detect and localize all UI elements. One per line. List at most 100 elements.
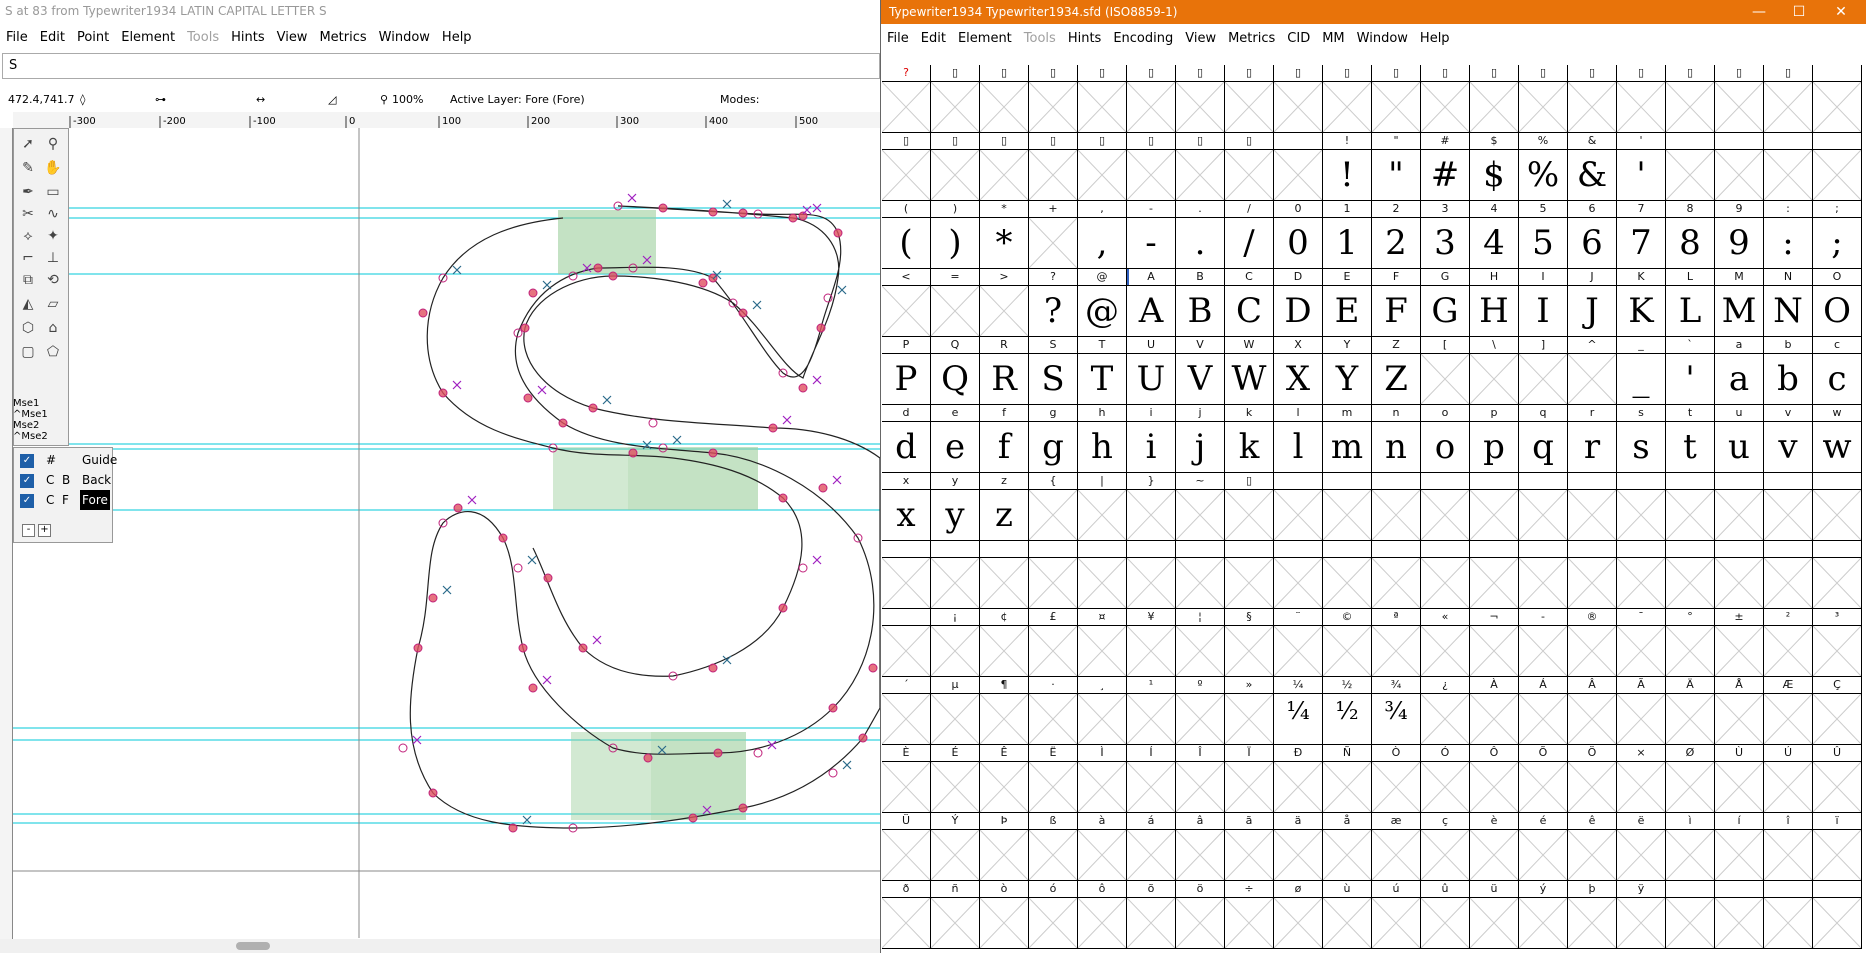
glyph-cell[interactable]: ý <box>1519 881 1568 949</box>
glyph-cell[interactable]: ▯ <box>882 133 931 201</box>
glyph-cell[interactable]: qq <box>1519 405 1568 473</box>
glyph-cell[interactable]: ù <box>1323 881 1372 949</box>
menu-point[interactable]: Point <box>71 27 115 49</box>
glyph-cell[interactable]: Ä <box>1666 677 1715 745</box>
glyph-cell[interactable]: Ý <box>931 813 980 881</box>
glyph-cell[interactable]: ff <box>980 405 1029 473</box>
glyph-cell[interactable]: É <box>931 745 980 813</box>
glyph-cell[interactable]: 00 <box>1274 201 1323 269</box>
menu-view[interactable]: View <box>271 27 314 49</box>
glyph-cell[interactable]: ö <box>1176 881 1225 949</box>
glyph-cell[interactable]: JJ <box>1568 269 1617 337</box>
menu-file[interactable]: File <box>881 28 915 50</box>
glyph-cell[interactable]: YY <box>1323 337 1372 405</box>
control-point[interactable] <box>628 448 638 458</box>
menu-hints[interactable]: Hints <box>225 27 271 49</box>
glyph-cell[interactable]: jj <box>1176 405 1225 473</box>
glyph-cell[interactable]: !! <box>1323 133 1372 201</box>
glyph-cell[interactable] <box>1666 473 1715 541</box>
glyph-cell[interactable]: Û <box>1813 745 1862 813</box>
glyph-cell[interactable]: EE <box>1323 269 1372 337</box>
glyph-cell[interactable]: ð <box>882 881 931 949</box>
control-point[interactable] <box>528 683 538 693</box>
glyph-cell[interactable] <box>1666 133 1715 201</box>
knife-tool-icon[interactable]: ✂ <box>17 203 39 225</box>
glyph-cell[interactable]: DD <box>1274 269 1323 337</box>
glyph-cell[interactable]: nn <box>1372 405 1421 473</box>
layer-row-back[interactable]: ✓ C B Back <box>18 470 112 490</box>
glyph-cell[interactable] <box>1813 881 1862 949</box>
glyph-cell[interactable] <box>1519 473 1568 541</box>
control-point[interactable] <box>738 803 748 813</box>
glyph-cell[interactable]: ▯ <box>1176 65 1225 133</box>
bezier-handle[interactable] <box>602 395 612 405</box>
glyph-cell[interactable]: zz <box>980 473 1029 541</box>
glyph-cell[interactable]: - <box>1519 609 1568 677</box>
corner-point-icon[interactable]: ⌐ <box>17 247 39 269</box>
glyph-cell[interactable]: Ï <box>1225 745 1274 813</box>
menu-edit[interactable]: Edit <box>915 28 952 50</box>
glyph-cell[interactable]: QQ <box>931 337 980 405</box>
hv-curve-point-icon[interactable]: ✦ <box>42 225 64 247</box>
glyph-cell[interactable]: ë <box>1617 813 1666 881</box>
glyph-cell[interactable]: (( <box>882 201 931 269</box>
glyph-cell[interactable]: HH <box>1470 269 1519 337</box>
glyph-cell[interactable]: ▯ <box>1225 473 1274 541</box>
glyph-cell[interactable]: ▯ <box>1470 65 1519 133</box>
spiro-tool-icon[interactable]: ∿ <box>42 203 64 225</box>
glyph-cell[interactable]: ° <box>1666 609 1715 677</box>
glyph-cell[interactable]: 99 <box>1715 201 1764 269</box>
glyph-cell[interactable]: Õ <box>1519 745 1568 813</box>
glyph-cell[interactable]: ~ <box>1176 473 1225 541</box>
control-point[interactable] <box>543 573 553 583</box>
glyph-cell[interactable]: BB <box>1176 269 1225 337</box>
glyph-cell[interactable]: ï <box>1813 813 1862 881</box>
remove-layer-button[interactable]: - <box>22 524 35 537</box>
menu-help[interactable]: Help <box>436 27 478 49</box>
bezier-handle[interactable] <box>452 380 462 390</box>
menu-mm[interactable]: MM <box>1316 28 1350 50</box>
glyph-cell[interactable]: uu <box>1715 405 1764 473</box>
glyph-cell[interactable]: ² <box>1764 609 1813 677</box>
glyph-cell[interactable]: £ <box>1029 609 1078 677</box>
control-point[interactable] <box>498 533 508 543</box>
glyph-cell[interactable] <box>1029 541 1078 609</box>
glyph-cell[interactable]: è <box>1470 813 1519 881</box>
checkbox-checked-icon[interactable]: ✓ <box>20 454 34 468</box>
glyph-cell[interactable]: @ @ <box>1078 269 1127 337</box>
glyph-cell[interactable]: ô <box>1078 881 1127 949</box>
layer-name[interactable]: Guide <box>80 450 119 470</box>
bezier-handle[interactable] <box>452 265 462 275</box>
freehand-tool-icon[interactable]: ✎ <box>17 157 39 179</box>
glyph-cell[interactable]: ▯ <box>1715 65 1764 133</box>
glyph-cell[interactable]: ▯ <box>1421 65 1470 133</box>
pen-tool-icon[interactable]: ✒ <box>17 181 39 203</box>
glyph-cell[interactable]: # # <box>1421 133 1470 201</box>
glyph-cell[interactable]: ÷ <box>1225 881 1274 949</box>
glyph-cell[interactable]: ▯ <box>1225 65 1274 133</box>
glyph-cell[interactable]: NN <box>1764 269 1813 337</box>
glyph-cell[interactable]: $ $ <box>1470 133 1519 201</box>
scrollbar-thumb[interactable] <box>236 942 270 950</box>
glyph-cell[interactable] <box>1470 473 1519 541</box>
glyph-cell[interactable] <box>1568 541 1617 609</box>
glyph-cell[interactable]: tt <box>1666 405 1715 473</box>
ruler-tool-icon[interactable]: ▭ <box>42 181 64 203</box>
control-point[interactable] <box>608 271 618 281</box>
glyph-cell[interactable]: OO <box>1813 269 1862 337</box>
bezier-handle[interactable] <box>837 285 847 295</box>
glyph-cell[interactable]: ▯ <box>1568 65 1617 133</box>
glyph-cell[interactable]: ee <box>931 405 980 473</box>
glyph-cell[interactable]: ¦ <box>1176 609 1225 677</box>
glyph-cell[interactable]: ?? <box>1029 269 1078 337</box>
bezier-handle[interactable] <box>527 555 537 565</box>
glyph-cell[interactable]: hh <box>1078 405 1127 473</box>
glyph-cell[interactable]: Ø <box>1666 745 1715 813</box>
glyph-cell[interactable]: ò <box>980 881 1029 949</box>
glyph-cell[interactable]: 44 <box>1470 201 1519 269</box>
glyph-cell[interactable]: & & <box>1568 133 1617 201</box>
glyph-cell[interactable] <box>1764 881 1813 949</box>
glyph-cell[interactable]: ½½ <box>1323 677 1372 745</box>
glyph-cell[interactable]: ç <box>1421 813 1470 881</box>
glyph-cell[interactable]: pp <box>1470 405 1519 473</box>
